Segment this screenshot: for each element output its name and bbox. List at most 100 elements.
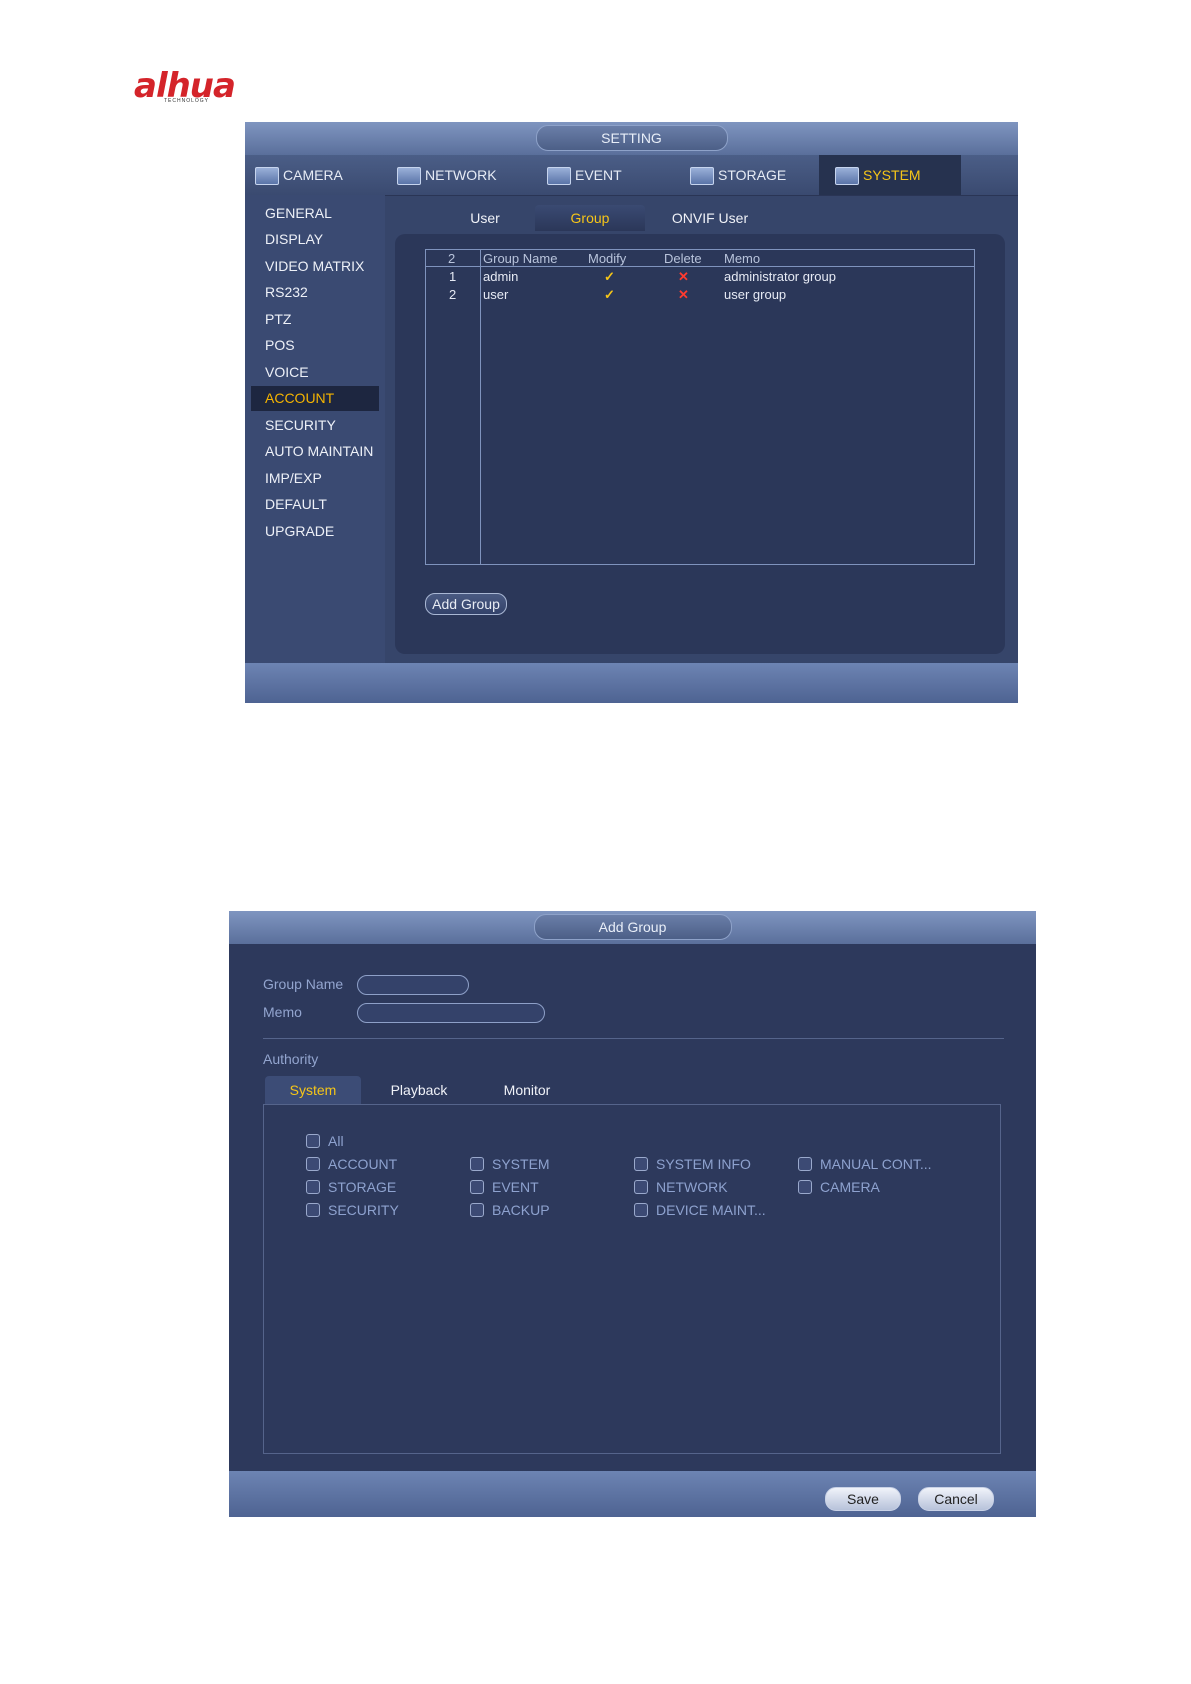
camera-icon — [255, 167, 279, 186]
save-button[interactable]: Save — [825, 1487, 901, 1511]
checkbox-camera[interactable]: CAMERA — [798, 1177, 880, 1197]
checkbox-system-info[interactable]: SYSTEM INFO — [634, 1154, 751, 1174]
tab-system-label: SYSTEM — [863, 167, 921, 183]
tab-playback[interactable]: Playback — [369, 1076, 469, 1104]
checkbox-icon — [634, 1180, 648, 1194]
sidebar-item-pos[interactable]: POS — [251, 333, 379, 358]
sidebar-item-voice[interactable]: VOICE — [251, 360, 379, 385]
row2-index: 2 — [449, 287, 457, 302]
checkbox-icon — [306, 1157, 320, 1171]
checkbox-account-label: ACCOUNT — [328, 1156, 398, 1172]
setting-window: SETTING CAMERA NETWORK EVENT STORAGE SYS… — [245, 122, 1018, 703]
checkbox-backup-label: BACKUP — [492, 1202, 550, 1218]
checkbox-storage[interactable]: STORAGE — [306, 1177, 396, 1197]
tab-camera[interactable]: CAMERA — [255, 155, 375, 195]
add-group-title: Add Group — [533, 914, 732, 940]
tab-event-label: EVENT — [575, 167, 622, 183]
sidebar-item-auto-maintain[interactable]: AUTO MAINTAIN — [251, 439, 379, 464]
delete-x-icon[interactable]: ✕ — [678, 286, 689, 303]
row1-index: 1 — [449, 269, 457, 284]
divider — [263, 1038, 1004, 1039]
add-group-titlebar: Add Group — [229, 911, 1036, 944]
tab-user[interactable]: User — [445, 205, 525, 231]
sidebar-item-upgrade[interactable]: UPGRADE — [251, 519, 379, 544]
checkbox-device-maint-label: DEVICE MAINT... — [656, 1202, 766, 1218]
add-group-window: Add Group Group Name Memo Authority Syst… — [229, 911, 1036, 1517]
system-icon — [835, 167, 859, 186]
checkbox-event[interactable]: EVENT — [470, 1177, 539, 1197]
sidebar-item-ptz[interactable]: PTZ — [251, 307, 379, 332]
checkbox-network-label: NETWORK — [656, 1179, 728, 1195]
memo-input[interactable] — [357, 1003, 545, 1023]
add-group-button[interactable]: Add Group — [425, 593, 507, 615]
checkbox-system-label: SYSTEM — [492, 1156, 550, 1172]
sidebar-item-rs232[interactable]: RS232 — [251, 280, 379, 305]
tab-system[interactable]: System — [265, 1076, 361, 1104]
tab-group[interactable]: Group — [535, 205, 645, 231]
storage-icon — [690, 167, 714, 186]
checkbox-all[interactable]: All — [306, 1131, 344, 1151]
checkbox-backup[interactable]: BACKUP — [470, 1200, 550, 1220]
checkbox-storage-label: STORAGE — [328, 1179, 397, 1195]
tab-system[interactable]: SYSTEM — [819, 155, 961, 195]
checkbox-network[interactable]: NETWORK — [634, 1177, 728, 1197]
checkbox-icon — [470, 1180, 484, 1194]
tab-event[interactable]: EVENT — [547, 155, 657, 195]
tab-camera-label: CAMERA — [283, 167, 343, 183]
row1-memo: administrator group — [724, 269, 836, 284]
col-header-modify: Modify — [588, 251, 627, 266]
table-divider — [480, 250, 481, 564]
checkbox-camera-label: CAMERA — [820, 1179, 880, 1195]
sidebar-item-account[interactable]: ACCOUNT — [251, 386, 379, 411]
dahua-logo: alhua TECHNOLOGY — [134, 66, 254, 110]
memo-label: Memo — [263, 1004, 302, 1020]
group-count: 2 — [448, 251, 456, 266]
checkbox-manual-cont-label: MANUAL CONT... — [820, 1156, 932, 1172]
event-icon — [547, 167, 571, 186]
modify-pencil-icon[interactable]: ✓ — [604, 268, 615, 285]
checkbox-icon — [634, 1203, 648, 1217]
col-header-delete: Delete — [664, 251, 702, 266]
checkbox-device-maint[interactable]: DEVICE MAINT... — [634, 1200, 766, 1220]
checkbox-manual-cont[interactable]: MANUAL CONT... — [798, 1154, 932, 1174]
checkbox-system[interactable]: SYSTEM — [470, 1154, 550, 1174]
checkbox-icon — [306, 1203, 320, 1217]
cancel-button[interactable]: Cancel — [918, 1487, 994, 1511]
logo-subtitle: TECHNOLOGY — [164, 98, 210, 104]
group-table: 2 Group Name Modify Delete Memo 1 admin … — [425, 249, 975, 565]
authority-label: Authority — [263, 1051, 319, 1067]
sidebar-item-general[interactable]: GENERAL — [251, 201, 379, 226]
tab-network[interactable]: NETWORK — [397, 155, 517, 195]
checkbox-icon — [798, 1157, 812, 1171]
modify-pencil-icon[interactable]: ✓ — [604, 286, 615, 303]
sidebar-item-security[interactable]: SECURITY — [251, 413, 379, 438]
checkbox-icon — [798, 1180, 812, 1194]
checkbox-account[interactable]: ACCOUNT — [306, 1154, 397, 1174]
network-icon — [397, 167, 421, 186]
tab-onvif-user[interactable]: ONVIF User — [655, 205, 765, 231]
col-header-group-name: Group Name — [483, 251, 558, 266]
sidebar-item-display[interactable]: DISPLAY — [251, 227, 379, 252]
row2-name: user — [483, 287, 509, 302]
tab-monitor[interactable]: Monitor — [477, 1076, 577, 1104]
checkbox-icon — [634, 1157, 648, 1171]
checkbox-icon — [306, 1180, 320, 1194]
delete-x-icon[interactable]: ✕ — [678, 268, 689, 285]
add-group-bottom-bar: Save Cancel — [229, 1471, 1036, 1517]
checkbox-security[interactable]: SECURITY — [306, 1200, 399, 1220]
sidebar-item-imp-exp[interactable]: IMP/EXP — [251, 466, 379, 491]
group-name-label: Group Name — [263, 976, 344, 992]
sidebar-item-video-matrix[interactable]: VIDEO MATRIX — [251, 254, 379, 279]
row2-memo: user group — [724, 287, 787, 302]
sidebar: GENERAL DISPLAY VIDEO MATRIX RS232 PTZ P… — [245, 195, 385, 663]
checkbox-security-label: SECURITY — [328, 1202, 399, 1218]
setting-titlebar: SETTING — [245, 122, 1018, 155]
group-name-input[interactable] — [357, 975, 469, 995]
tab-storage[interactable]: STORAGE — [690, 155, 810, 195]
sidebar-item-default[interactable]: DEFAULT — [251, 492, 379, 517]
checkbox-icon — [470, 1203, 484, 1217]
checkbox-icon — [306, 1134, 320, 1148]
setting-bottom-bar — [245, 663, 1018, 703]
main-tabs: CAMERA NETWORK EVENT STORAGE SYSTEM — [245, 155, 1018, 196]
checkbox-event-label: EVENT — [492, 1179, 539, 1195]
